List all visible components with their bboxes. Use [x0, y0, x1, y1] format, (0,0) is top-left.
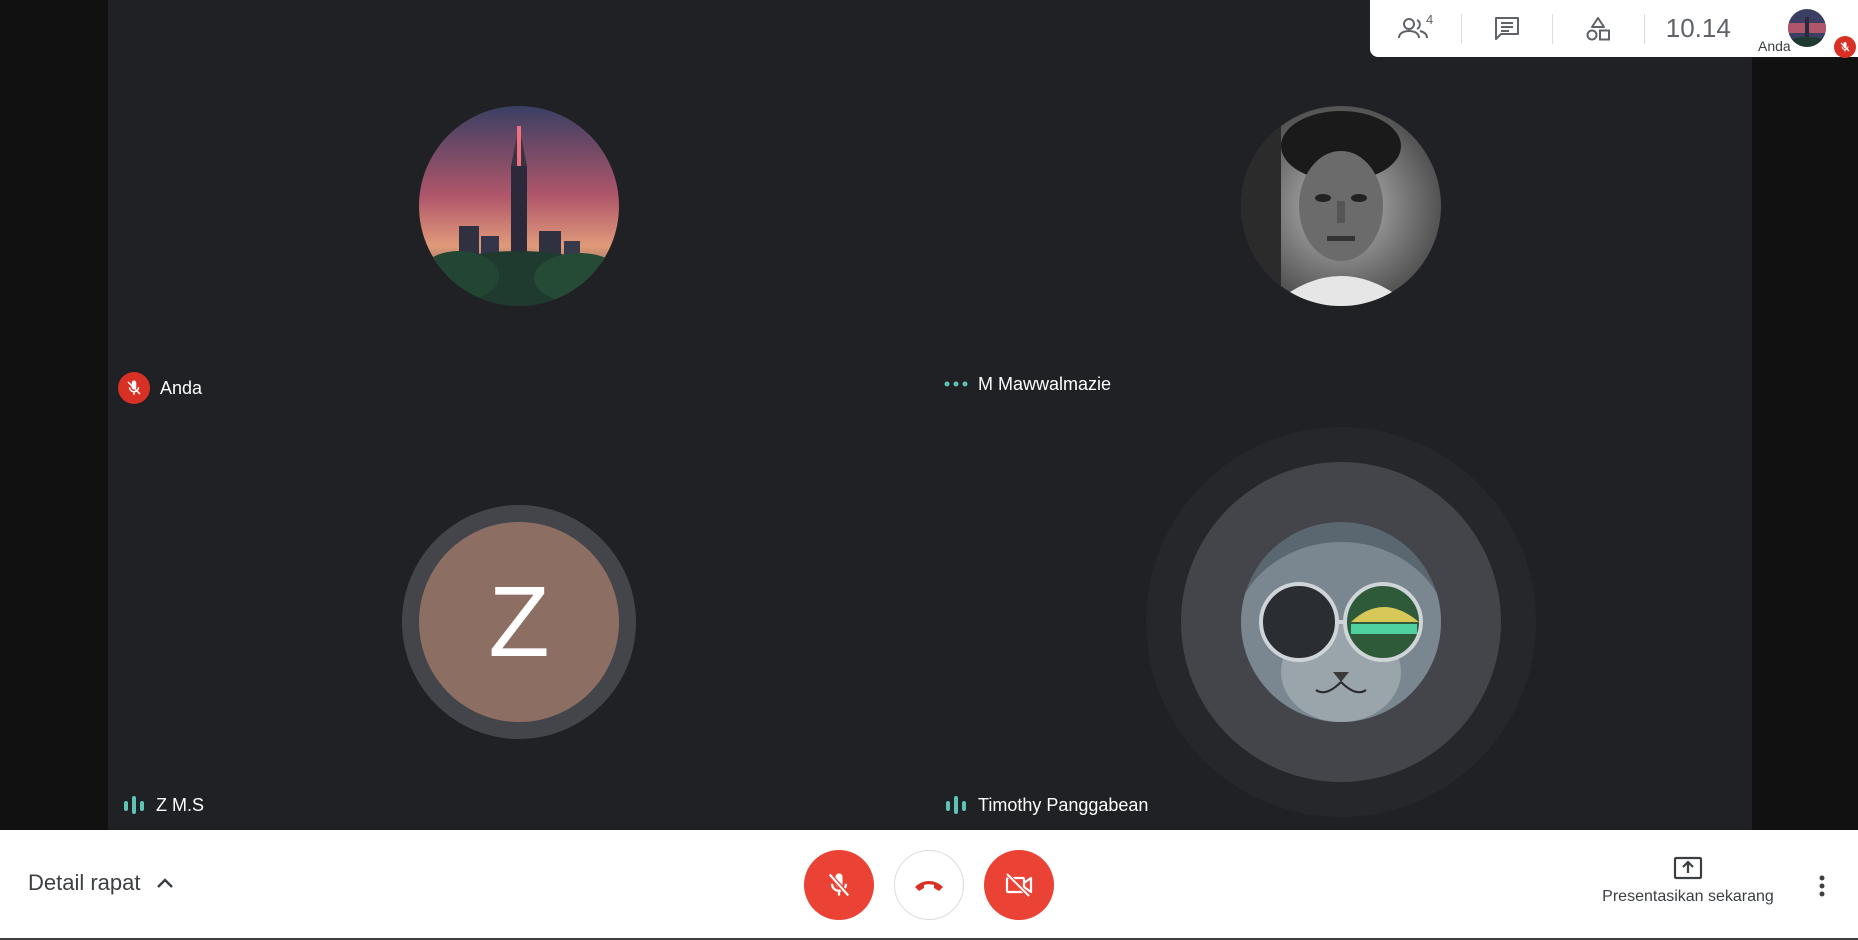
participant-grid: Anda M Mawwalmazie Z Z M.S Timothy Pangg… — [108, 0, 1752, 830]
present-now-button[interactable]: Presentasikan sekarang — [1590, 856, 1786, 906]
participant-label: M Mawwalmazie — [944, 372, 1111, 396]
mic-off-icon — [827, 872, 851, 898]
meeting-details-label: Detail rapat — [28, 870, 141, 895]
self-avatar — [1788, 9, 1826, 47]
leave-call-button[interactable] — [894, 850, 964, 920]
participant-tile-z-ms[interactable]: Z Z M.S — [108, 415, 930, 830]
avatar — [419, 106, 619, 306]
camera-off-icon — [1005, 872, 1033, 898]
participants-button[interactable]: 4 — [1370, 0, 1461, 57]
participant-name: Anda — [160, 377, 203, 398]
self-name: Anda — [1758, 38, 1791, 54]
toggle-microphone-button[interactable] — [804, 850, 874, 920]
activities-button[interactable] — [1553, 0, 1644, 57]
chat-button[interactable] — [1462, 0, 1553, 57]
participant-name: M Mawwalmazie — [978, 373, 1112, 394]
meeting-info-bar: 4 10.14 — [1370, 0, 1752, 57]
bottom-control-bar: Detail rapat Presentasikan sekarang — [0, 830, 1858, 940]
participants-count: 4 — [1426, 12, 1434, 27]
participant-tile-anda[interactable]: Anda — [108, 0, 930, 415]
meeting-clock: 10.14 — [1665, 13, 1731, 43]
participant-tile-m-mawwalmazie[interactable]: M Mawwalmazie — [930, 0, 1752, 415]
more-vert-icon — [1819, 875, 1825, 897]
avatar — [1241, 106, 1441, 306]
participant-name: Z M.S — [156, 794, 204, 815]
audio-level-icon — [122, 793, 146, 817]
participant-tile-timothy-panggabean[interactable]: Timothy Panggabean — [930, 415, 1752, 830]
shapes-icon — [1586, 16, 1611, 40]
present-screen-icon — [1673, 856, 1703, 880]
avatar: Z — [419, 522, 619, 722]
participant-label: Z M.S — [122, 793, 204, 817]
chat-icon — [1494, 16, 1519, 40]
meeting-details-button[interactable]: Detail rapat — [28, 870, 175, 896]
participant-name: Timothy Panggabean — [978, 794, 1149, 815]
connecting-dots-icon — [944, 372, 968, 396]
toggle-camera-button[interactable] — [984, 850, 1054, 920]
chevron-up-icon — [156, 878, 173, 888]
participant-label: Anda — [118, 372, 202, 404]
participant-label: Timothy Panggabean — [944, 793, 1148, 817]
mic-off-icon — [1834, 36, 1856, 58]
meeting-stage: Anda M Mawwalmazie Z Z M.S Timothy Pangg… — [0, 0, 1858, 940]
audio-level-icon — [944, 793, 968, 817]
present-now-label: Presentasikan sekarang — [1602, 888, 1774, 905]
avatar — [1241, 522, 1441, 722]
mic-off-icon — [118, 372, 150, 404]
self-preview-tile[interactable]: Anda — [1752, 0, 1858, 58]
more-options-button[interactable] — [1808, 866, 1836, 906]
avatar-initial: Z — [488, 565, 550, 678]
hang-up-icon — [915, 881, 943, 891]
